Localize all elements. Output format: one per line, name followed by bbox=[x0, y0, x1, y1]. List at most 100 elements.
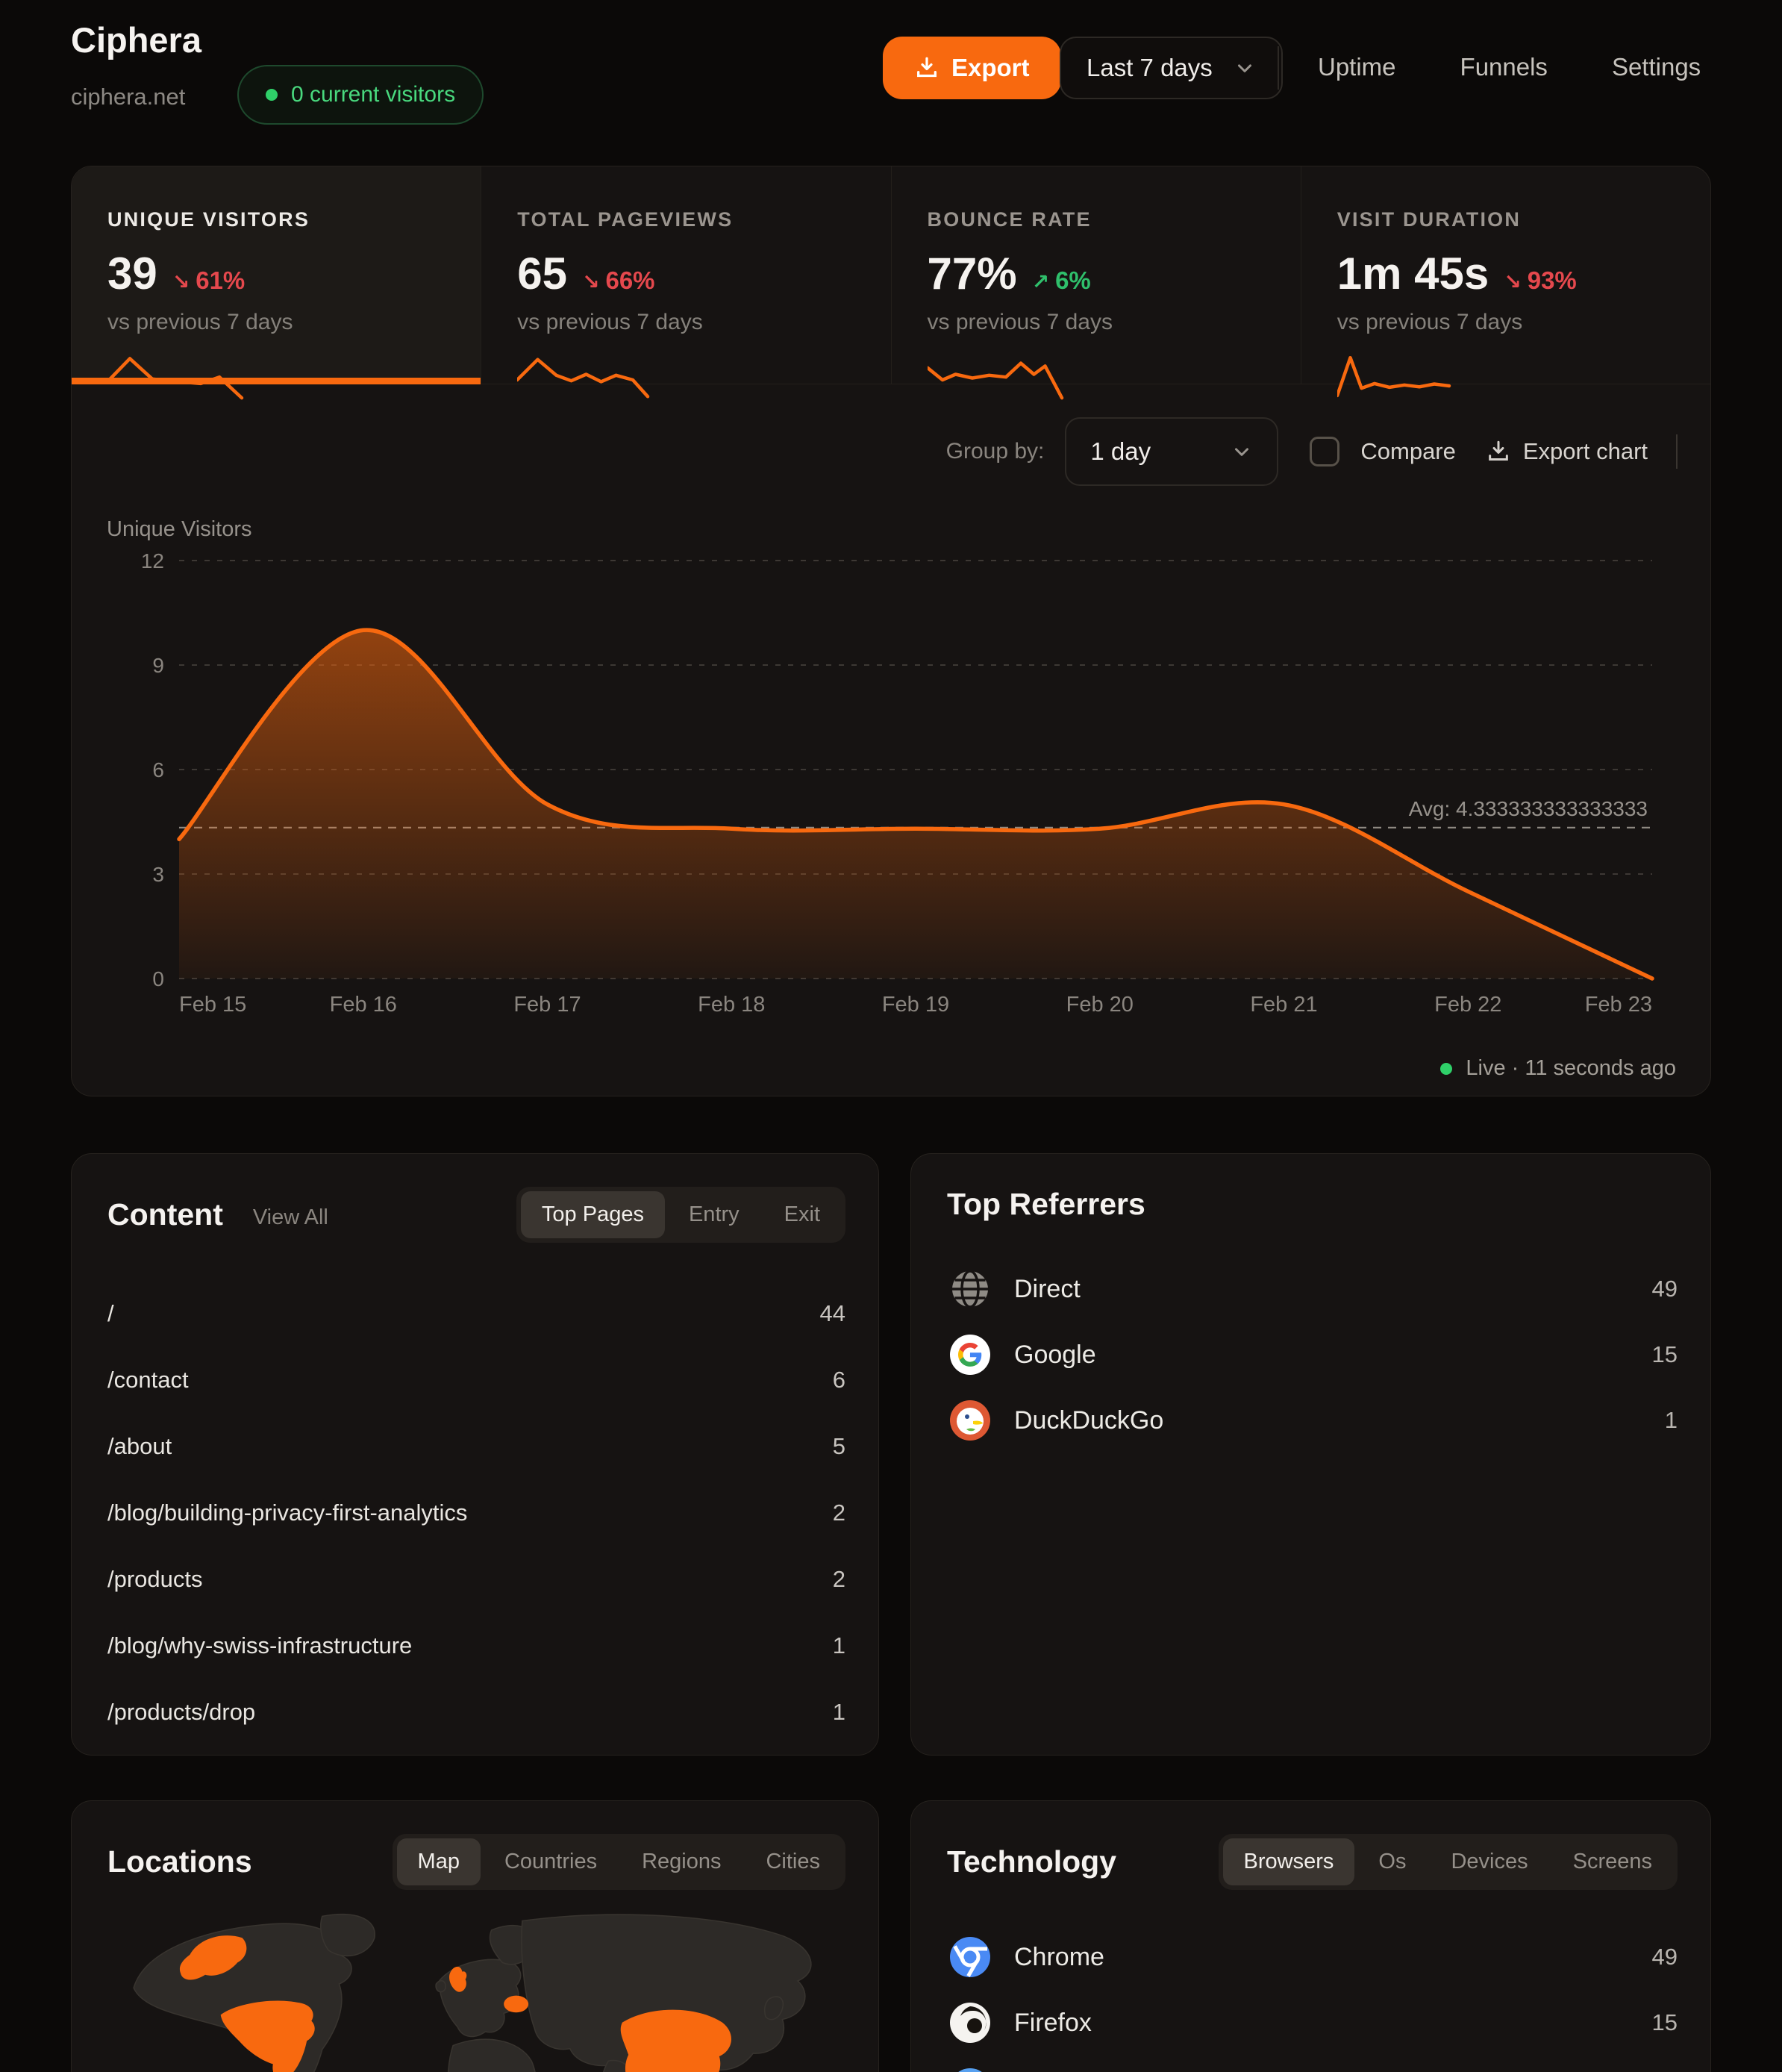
list-item[interactable]: Chrome 49 bbox=[948, 1924, 1678, 1990]
stat-value: 65 bbox=[517, 248, 567, 299]
content-title: Content bbox=[107, 1197, 223, 1232]
page-count: 5 bbox=[833, 1433, 845, 1460]
export-button[interactable]: Export bbox=[883, 37, 1061, 99]
technology-tabs: Browsers Os Devices Screens bbox=[1219, 1834, 1678, 1890]
browser-icon-partial bbox=[948, 2067, 992, 2072]
tab-top-pages[interactable]: Top Pages bbox=[521, 1191, 665, 1238]
tab-browsers[interactable]: Browsers bbox=[1223, 1838, 1355, 1885]
current-visitors-badge[interactable]: 0 current visitors bbox=[237, 65, 484, 125]
map-ireland bbox=[436, 1981, 446, 1992]
page-path: /contact bbox=[107, 1367, 189, 1394]
list-item[interactable]: Direct 49 bbox=[948, 1256, 1678, 1322]
content-card: Content View All Top Pages Entry Exit / … bbox=[71, 1153, 879, 1756]
top-nav: Uptime Funnels Settings bbox=[1318, 0, 1701, 134]
svg-text:Feb 17: Feb 17 bbox=[513, 993, 581, 1017]
stat-compare-label: vs previous 7 days bbox=[517, 310, 890, 335]
svg-text:Feb 16: Feb 16 bbox=[330, 993, 397, 1017]
tab-map[interactable]: Map bbox=[397, 1838, 481, 1885]
map-highlight-china bbox=[621, 2010, 731, 2072]
tab-devices[interactable]: Devices bbox=[1430, 1838, 1548, 1885]
page-path: /blog/why-swiss-infrastructure bbox=[107, 1632, 412, 1659]
firefox-icon bbox=[948, 2001, 992, 2044]
table-row[interactable]: /blog/building-privacy-first-analytics 2 bbox=[107, 1479, 845, 1546]
page-path: /products/drop bbox=[107, 1699, 255, 1726]
chart-controls: Group by: 1 day Compare Export chart bbox=[946, 417, 1678, 486]
stat-label: UNIQUE VISITORS bbox=[107, 208, 481, 231]
stat-delta: ↘ 93% bbox=[1504, 266, 1577, 295]
world-map[interactable] bbox=[91, 1907, 861, 2072]
table-row[interactable]: /products/drop 1 bbox=[107, 1679, 845, 1745]
date-range-dropdown[interactable]: Last 7 days bbox=[1060, 37, 1283, 99]
current-visitors-label: 0 current visitors bbox=[291, 82, 455, 107]
group-by-dropdown[interactable]: 1 day bbox=[1065, 417, 1278, 486]
svg-text:Feb 22: Feb 22 bbox=[1434, 993, 1501, 1017]
live-dot-icon bbox=[266, 89, 278, 101]
live-status: Live · 11 seconds ago bbox=[1440, 1056, 1676, 1081]
stat-bounce-rate[interactable]: BOUNCE RATE 77% ↗ 6% vs previous 7 days bbox=[892, 166, 1301, 384]
export-chart-button[interactable]: Export chart bbox=[1486, 438, 1648, 465]
page-count: 44 bbox=[820, 1300, 845, 1327]
page-count: 6 bbox=[833, 1367, 845, 1394]
top-pages-list: / 44 /contact 6 /about 5 /blog/building-… bbox=[107, 1280, 845, 1745]
technology-card: Technology Browsers Os Devices Screens C… bbox=[910, 1800, 1711, 2072]
globe-icon bbox=[948, 1267, 992, 1311]
sparkline-chart bbox=[928, 353, 1114, 401]
stat-value: 1m 45s bbox=[1337, 248, 1489, 299]
tab-regions[interactable]: Regions bbox=[621, 1838, 742, 1885]
browsers-list: Chrome 49 Firefox 15 bbox=[948, 1924, 1678, 2072]
svg-text:0: 0 bbox=[152, 967, 164, 990]
table-row[interactable]: /contact 6 bbox=[107, 1347, 845, 1413]
svg-text:Feb 23: Feb 23 bbox=[1585, 993, 1652, 1017]
list-item[interactable]: DuckDuckGo 1 bbox=[948, 1388, 1678, 1453]
stat-visit-duration[interactable]: VISIT DURATION 1m 45s ↘ 93% vs previous … bbox=[1301, 166, 1710, 384]
tab-countries[interactable]: Countries bbox=[484, 1838, 618, 1885]
svg-text:Avg: 4.333333333333333: Avg: 4.333333333333333 bbox=[1409, 797, 1648, 820]
table-row[interactable]: /blog/why-swiss-infrastructure 1 bbox=[107, 1612, 845, 1679]
nav-item-settings[interactable]: Settings bbox=[1612, 53, 1701, 81]
stat-value: 77% bbox=[928, 248, 1017, 299]
list-item[interactable]: Google 15 bbox=[948, 1322, 1678, 1388]
stat-label: VISIT DURATION bbox=[1337, 208, 1710, 231]
controls-divider bbox=[1676, 434, 1678, 469]
download-icon bbox=[914, 55, 940, 81]
compare-label: Compare bbox=[1360, 438, 1456, 465]
header-divider bbox=[1278, 46, 1279, 90]
chart-axis-title: Unique Visitors bbox=[107, 517, 252, 542]
stat-value: 39 bbox=[107, 248, 157, 299]
tab-os[interactable]: Os bbox=[1357, 1838, 1427, 1885]
locations-card: Locations Map Countries Regions Cities bbox=[71, 1800, 879, 2072]
stat-compare-label: vs previous 7 days bbox=[107, 310, 481, 335]
tab-screens[interactable]: Screens bbox=[1552, 1838, 1673, 1885]
sparkline-chart bbox=[1337, 353, 1524, 401]
table-row[interactable]: /products 2 bbox=[107, 1546, 845, 1612]
referrer-count: 49 bbox=[1652, 1276, 1678, 1302]
visitors-area-chart[interactable]: 036912Feb 15Feb 16Feb 17Feb 18Feb 19Feb … bbox=[101, 543, 1683, 1045]
trend-down-icon: ↘ bbox=[1504, 269, 1521, 294]
stat-total-pageviews[interactable]: TOTAL PAGEVIEWS 65 ↘ 66% vs previous 7 d… bbox=[481, 166, 891, 384]
technology-title: Technology bbox=[947, 1844, 1116, 1879]
svg-text:6: 6 bbox=[152, 758, 164, 781]
svg-text:9: 9 bbox=[152, 654, 164, 677]
trend-up-icon: ↗ bbox=[1032, 269, 1049, 294]
list-item[interactable]: Firefox 15 bbox=[948, 1990, 1678, 2056]
browser-name: Chrome bbox=[1014, 1943, 1104, 1972]
tab-exit[interactable]: Exit bbox=[763, 1191, 841, 1238]
table-row[interactable]: /about 5 bbox=[107, 1413, 845, 1479]
browser-count: 15 bbox=[1652, 2009, 1678, 2036]
nav-item-funnels[interactable]: Funnels bbox=[1460, 53, 1548, 81]
page-count: 1 bbox=[833, 1699, 845, 1726]
compare-checkbox[interactable] bbox=[1310, 437, 1339, 466]
table-row[interactable]: / 44 bbox=[107, 1280, 845, 1347]
stat-unique-visitors[interactable]: UNIQUE VISITORS 39 ↘ 61% vs previous 7 d… bbox=[72, 166, 481, 384]
stat-delta-value: 6% bbox=[1055, 266, 1091, 295]
page-path: / bbox=[107, 1300, 114, 1327]
svg-text:Feb 19: Feb 19 bbox=[882, 993, 949, 1017]
nav-item-uptime[interactable]: Uptime bbox=[1318, 53, 1396, 81]
tab-cities[interactable]: Cities bbox=[745, 1838, 841, 1885]
top-referrers-card: Top Referrers Direct 49 Google bbox=[910, 1153, 1711, 1756]
tab-entry[interactable]: Entry bbox=[668, 1191, 760, 1238]
view-all-link[interactable]: View All bbox=[253, 1199, 328, 1230]
referrers-list: Direct 49 Google 15 bbox=[948, 1256, 1678, 1453]
list-item[interactable] bbox=[948, 2056, 1678, 2072]
page-title: Ciphera bbox=[71, 19, 201, 60]
